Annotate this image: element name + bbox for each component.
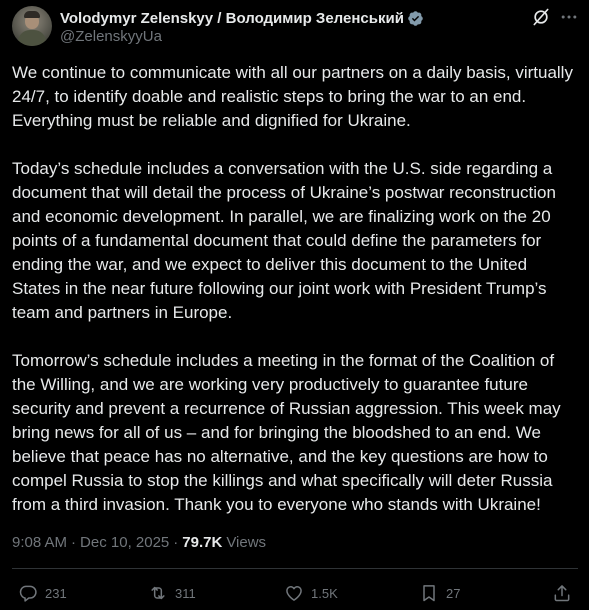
share-button[interactable] <box>552 581 572 605</box>
meta-separator: · <box>71 533 77 551</box>
grok-icon[interactable] <box>531 7 551 27</box>
repost-count: 311 <box>175 585 196 601</box>
avatar-hair <box>24 11 40 18</box>
share-icon <box>554 585 570 602</box>
verified-badge-icon[interactable] <box>407 10 424 27</box>
tweet-meta: 9:08 AM · Dec 10, 2025 · 79.7K Views <box>12 532 266 552</box>
like-button[interactable]: 1.5K <box>284 581 338 605</box>
reply-icon <box>19 585 37 602</box>
meta-separator: · <box>173 533 179 551</box>
reply-count: 231 <box>45 585 67 601</box>
tweet-text: We continue to communicate with all our … <box>12 61 578 517</box>
views-label: Views <box>226 533 267 551</box>
tweet-paragraph: Today’s schedule includes a conversation… <box>12 159 556 322</box>
author-handle[interactable]: @ZelenskyyUa <box>60 28 162 45</box>
repost-icon <box>151 586 165 600</box>
tweet-paragraph: We continue to communicate with all our … <box>12 63 573 130</box>
more-horizontal-icon[interactable] <box>559 7 579 27</box>
action-bar: 231 311 1.5K 27 <box>12 581 578 605</box>
bookmark-button[interactable]: 27 <box>419 581 460 605</box>
tweet-date[interactable]: Dec 10, 2025 <box>80 534 169 551</box>
bookmark-count: 27 <box>446 585 461 601</box>
name-row: Volodymyr Zelenskyy / Володимир Зеленськ… <box>60 8 424 28</box>
bookmark-icon <box>423 585 435 602</box>
avatar-body <box>18 30 46 46</box>
repost-button[interactable]: 311 <box>148 581 196 605</box>
tweet-header: Volodymyr Zelenskyy / Володимир Зеленськ… <box>12 6 578 48</box>
avatar[interactable] <box>12 6 52 46</box>
reply-button[interactable]: 231 <box>18 581 67 605</box>
author-display-name[interactable]: Volodymyr Zelenskyy / Володимир Зеленськ… <box>60 10 404 27</box>
like-count: 1.5K <box>311 585 338 601</box>
views-count: 79.7K <box>182 533 223 551</box>
tweet-paragraph: Tomorrow’s schedule includes a meeting i… <box>12 351 561 514</box>
heart-icon <box>286 586 302 601</box>
divider <box>12 568 578 569</box>
tweet-time[interactable]: 9:08 AM <box>12 534 67 551</box>
